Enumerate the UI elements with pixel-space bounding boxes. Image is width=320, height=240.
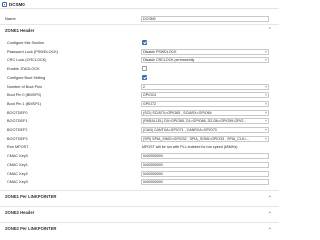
field-select[interactable]: GPIO72 ˅ (141, 100, 269, 107)
select-value: 2 (143, 84, 145, 89)
window-title: DCSM0 (9, 2, 25, 7)
section-zone2-linkpointer[interactable]: ZONE2 Per LINKPOINTER ⌄ (0, 222, 279, 233)
field-label: CMAC Key1 (7, 162, 28, 167)
select-value: GPIO24 (143, 93, 156, 98)
field-label: BOOTDEF2 (7, 128, 28, 132)
chevron-down-icon[interactable]: ˅ (265, 137, 267, 141)
select-value: Disable PSWDLOCK (143, 49, 177, 54)
field-row: BOOTDEF1 (PARALLEL) D0=GPIO65, D1=GPIO66,… (0, 118, 279, 125)
field-label: CMAC Key0 (7, 154, 28, 159)
select-value: (PARALLEL) D0=GPIO65, D1=GPIO66, D2-D6=G… (143, 119, 247, 124)
field-label: Boot Pin 1 (BMSP1) (7, 101, 41, 106)
field-label: CMAC Key2 (7, 171, 28, 176)
field-label: Enable JTAGLOCK (7, 67, 40, 72)
field-label: Configure this Section (7, 41, 45, 45)
field-row: Password Lock (PSWDLOCK) Disable PSWDLOCK… (0, 48, 279, 56)
field-checkbox[interactable] (142, 66, 147, 72)
field-label: Boot Pin 0 (BMSP0) (7, 93, 41, 98)
field-select[interactable]: Disable CRCLOCK permanently ˅ (141, 57, 269, 64)
chevron-down-icon[interactable]: ˅ (265, 102, 267, 106)
chevron-down-icon[interactable]: ˅ (265, 93, 267, 97)
field-row: Configure Boot Setting (0, 74, 279, 82)
name-label: Name (5, 16, 16, 21)
field-row: BOOTDEF0 (SCI) SCIATX=GPIO65 , SCIARX=GPI… (0, 109, 279, 117)
field-row: CRC Lock (CRCLOCK) Disable CRCLOCK perman… (0, 57, 279, 64)
field-select[interactable]: 2 ˅ (141, 83, 269, 90)
field-row: BOOTDEF2 (CAN) CANTXA=GPIO71 , CANRXA=GPI… (0, 127, 279, 134)
chevron-down-icon[interactable]: ˅ (265, 58, 267, 62)
chevron-down-icon[interactable]: ˅ (265, 128, 267, 132)
field-row: Number of Boot Pins 2 ˅ (0, 83, 279, 91)
name-input[interactable]: DCSM0 (141, 16, 269, 22)
section-title: ZONE2 Header (5, 210, 35, 215)
field-label: BOOTDEF3 (7, 136, 28, 141)
select-value: (SPI) SPIA_SIMO=GPIO32 , SPIA_SOMI=GPIO3… (143, 136, 250, 141)
chevron-down-icon[interactable]: ⌄ (267, 209, 273, 215)
chevron-down-icon[interactable]: ˅ (265, 50, 267, 54)
section-title: ZONE1 Header (5, 28, 35, 33)
chevron-down-icon[interactable]: ⌄ (267, 225, 273, 231)
field-input[interactable]: 0x00000000 (141, 179, 269, 186)
field-label: CRC Lock (CRCLOCK) (7, 58, 47, 63)
field-label: Configure Boot Setting (7, 75, 46, 80)
field-select[interactable]: GPIO24 ˅ (141, 92, 269, 99)
window-header: DCSM0 (0, 0, 279, 9)
field-select[interactable]: (SCI) SCIATX=GPIO65 , SCIARX=GPIO64 ˅ (141, 109, 269, 116)
chevron-down-icon[interactable]: ˅ (265, 85, 267, 89)
dcsm-module-icon (2, 2, 7, 7)
section-zone1-linkpointer[interactable]: ZONE1 Per LINKPOINTER ⌄ (0, 190, 279, 201)
field-select[interactable]: (CAN) CANTXA=GPIO71 , CANRXA=GPIO70 ˅ (141, 127, 269, 133)
section-title: ZONE2 Per LINKPOINTER (5, 226, 57, 231)
field-label: Number of Boot Pins (7, 84, 43, 89)
section-zone1-header[interactable]: ZONE1 Header ⌃ (0, 24, 279, 35)
section-zone2-header[interactable]: ZONE2 Header ⌄ (0, 206, 279, 217)
field-row: CMAC Key3 0x00000000 (0, 179, 279, 186)
section-title: ZONE1 Per LINKPOINTER (5, 194, 57, 199)
field-row: CMAC Key1 0x00000000 (0, 161, 279, 169)
field-input[interactable]: 0x00000000 (141, 153, 269, 160)
field-row: Enable JTAGLOCK (0, 66, 279, 73)
chevron-up-icon[interactable]: ⌃ (267, 27, 273, 33)
chevron-down-icon[interactable]: ˅ (265, 111, 267, 115)
chevron-down-icon[interactable]: ˅ (265, 119, 267, 123)
field-input[interactable]: 0x00000000 (141, 161, 269, 168)
select-value: (CAN) CANTXA=GPIO71 , CANRXA=GPIO70 (143, 128, 217, 132)
field-label: CMAC Key3 (7, 180, 28, 185)
field-label: Password Lock (PSWDLOCK) (7, 49, 59, 54)
field-label: BOOTDEF0 (7, 110, 28, 115)
field-row: BOOTDEF3 (SPI) SPIA_SIMO=GPIO32 , SPIA_SO… (0, 135, 279, 143)
field-select[interactable]: (SPI) SPIA_SIMO=GPIO32 , SPIA_SOMI=GPIO3… (141, 135, 269, 142)
field-row: Run MPOST MPOST will be run with PLL enab… (0, 144, 279, 151)
name-row: Name DCSM0 (0, 16, 279, 22)
chevron-down-icon[interactable]: ⌄ (267, 193, 273, 199)
field-checkbox[interactable] (142, 74, 147, 80)
field-static-value: MPOST will be run with PLL enabled for l… (142, 145, 238, 150)
field-row: CMAC Key2 0x00000000 (0, 170, 279, 178)
field-label: Run MPOST (7, 145, 29, 150)
field-input[interactable]: 0x00000000 (141, 170, 269, 177)
select-value: Disable CRCLOCK permanently (143, 58, 195, 63)
select-value: (SCI) SCIATX=GPIO65 , SCIARX=GPIO64 (143, 110, 212, 115)
field-row: CMAC Key0 0x00000000 (0, 153, 279, 160)
field-label: BOOTDEF1 (7, 119, 28, 124)
field-select[interactable]: (PARALLEL) D0=GPIO65, D1=GPIO66, D2-D6=G… (141, 118, 269, 125)
field-checkbox[interactable] (142, 40, 147, 45)
field-row: Boot Pin 1 (BMSP1) GPIO72 ˅ (0, 100, 279, 108)
field-select[interactable]: Disable PSWDLOCK ˅ (141, 48, 269, 55)
field-row: Boot Pin 0 (BMSP0) GPIO24 ˅ (0, 92, 279, 99)
select-value: GPIO72 (143, 101, 156, 106)
field-row: Configure this Section (0, 40, 279, 47)
